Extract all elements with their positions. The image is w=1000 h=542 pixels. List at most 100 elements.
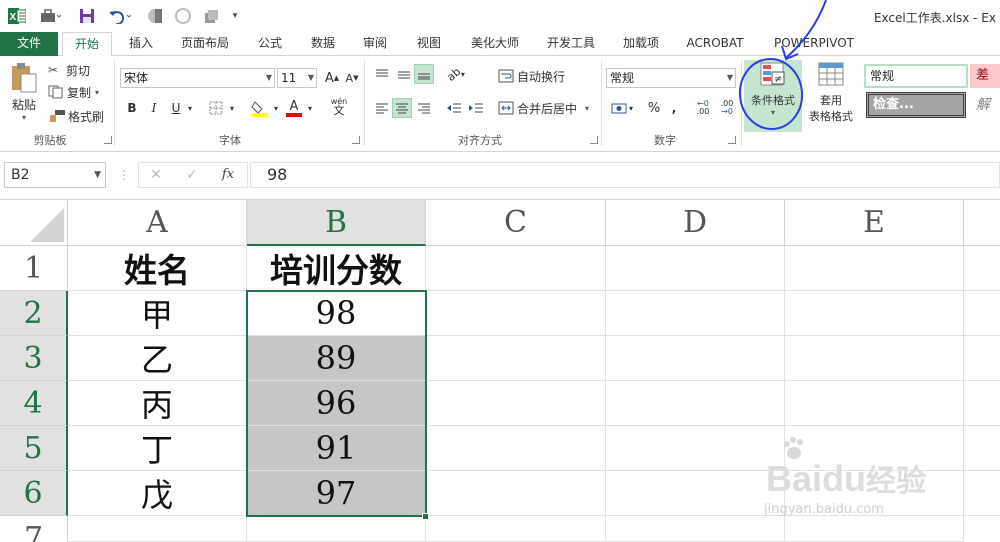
tab-review[interactable]: 审阅 xyxy=(352,32,398,56)
cell-e1[interactable] xyxy=(785,246,964,291)
comma-button[interactable]: , xyxy=(664,98,684,118)
increase-decimal-button[interactable]: ←0.00 xyxy=(692,98,714,118)
column-header-d[interactable]: D xyxy=(606,200,785,246)
tab-acrobat[interactable]: ACROBAT xyxy=(678,32,752,56)
cell-d7[interactable] xyxy=(606,516,785,542)
style-check-cell[interactable]: 检查... xyxy=(866,92,966,118)
number-format-select[interactable]: 常规 ▼ xyxy=(606,68,736,88)
align-center-button[interactable] xyxy=(392,98,412,118)
column-header-c[interactable]: C xyxy=(426,200,606,246)
fill-handle[interactable] xyxy=(422,513,429,520)
cell-c3[interactable] xyxy=(426,336,606,381)
tab-developer[interactable]: 开发工具 xyxy=(536,32,606,56)
drag-handle-icon[interactable]: ⋮ xyxy=(118,166,130,184)
formula-input[interactable]: 98 xyxy=(250,162,1000,188)
align-middle-button[interactable] xyxy=(394,64,414,84)
cell-b1[interactable]: 培训分数 xyxy=(247,246,426,291)
customize-qat-icon[interactable]: ▾ xyxy=(228,6,242,26)
font-name-select[interactable]: 宋体 ▼ xyxy=(120,68,275,88)
wrap-text-button[interactable]: 自动换行 xyxy=(498,66,565,86)
format-as-table-button[interactable]: 套用 表格格式 xyxy=(802,60,860,132)
cell-b4[interactable]: 96 xyxy=(247,381,426,426)
cut-button[interactable]: ✂ 剪切 xyxy=(48,60,90,80)
worksheet-grid[interactable]: A B C D E 1 2 3 4 5 6 7 姓名 培训分数 甲 98 乙 8… xyxy=(0,200,1000,542)
cell-f2[interactable] xyxy=(964,291,1000,336)
cell-d5[interactable] xyxy=(606,426,785,471)
tab-powerpivot[interactable]: POWERPIVOT xyxy=(764,32,864,56)
cell-d4[interactable] xyxy=(606,381,785,426)
cell-a2[interactable]: 甲 xyxy=(68,291,247,336)
cell-d1[interactable] xyxy=(606,246,785,291)
increase-indent-button[interactable] xyxy=(466,98,486,118)
cancel-icon[interactable]: ✕ xyxy=(144,162,168,188)
column-header-a[interactable]: A xyxy=(68,200,247,246)
cell-f4[interactable] xyxy=(964,381,1000,426)
conditional-formatting-button[interactable]: ≠ 条件格式 ▾ xyxy=(744,60,802,132)
tab-data[interactable]: 数据 xyxy=(300,32,346,56)
circle-icon[interactable] xyxy=(172,6,194,26)
toolbox-icon[interactable] xyxy=(38,6,64,26)
name-box[interactable]: B2 ▼ xyxy=(4,162,106,188)
fill-color-dropdown-icon[interactable]: ▾ xyxy=(270,98,282,118)
alignment-launcher-icon[interactable] xyxy=(590,136,598,144)
cell-f5[interactable] xyxy=(964,426,1000,471)
bold-button[interactable]: B xyxy=(122,98,142,118)
phonetic-button[interactable]: wén 文 xyxy=(326,96,352,116)
decrease-indent-button[interactable] xyxy=(444,98,464,118)
paste-button[interactable]: 粘贴 ▾ xyxy=(6,62,42,126)
orientation-button[interactable]: ab ▾ xyxy=(444,64,468,84)
cell-f3[interactable] xyxy=(964,336,1000,381)
cell-a5[interactable]: 丁 xyxy=(68,426,247,471)
clipboard-launcher-icon[interactable] xyxy=(104,136,112,144)
cell-e4[interactable] xyxy=(785,381,964,426)
column-header-b[interactable]: B xyxy=(247,200,426,246)
cell-e7[interactable] xyxy=(785,516,964,542)
cell-a4[interactable]: 丙 xyxy=(68,381,247,426)
row-header-4[interactable]: 4 xyxy=(0,381,68,426)
tab-home[interactable]: 开始 xyxy=(62,32,112,57)
style-bad[interactable]: 差 xyxy=(970,64,1000,88)
style-normal[interactable]: 常规 xyxy=(864,64,968,88)
cell-b6[interactable]: 97 xyxy=(247,471,426,516)
tab-view[interactable]: 视图 xyxy=(406,32,452,56)
font-launcher-icon[interactable] xyxy=(352,136,360,144)
underline-button[interactable]: U xyxy=(166,98,186,118)
cell-a3[interactable]: 乙 xyxy=(68,336,247,381)
number-launcher-icon[interactable] xyxy=(728,136,736,144)
italic-button[interactable]: I xyxy=(144,98,164,118)
align-left-button[interactable] xyxy=(372,98,392,118)
font-size-select[interactable]: 11 ▼ xyxy=(277,68,317,88)
cell-c6[interactable] xyxy=(426,471,606,516)
tab-formulas[interactable]: 公式 xyxy=(248,32,292,56)
cell-e5[interactable] xyxy=(785,426,964,471)
borders-button[interactable] xyxy=(206,98,226,118)
pages-icon[interactable] xyxy=(200,6,222,26)
column-header-e[interactable]: E xyxy=(785,200,964,246)
cell-b7[interactable] xyxy=(247,516,426,542)
copy-button[interactable]: 复制 ▾ xyxy=(48,82,99,102)
merge-center-button[interactable]: 合并后居中 ▾ xyxy=(498,98,589,118)
insert-function-icon[interactable]: fx xyxy=(214,162,242,188)
tab-addins[interactable]: 加载项 xyxy=(612,32,670,56)
percent-button[interactable]: % xyxy=(644,98,664,118)
align-right-button[interactable] xyxy=(414,98,434,118)
format-painter-button[interactable]: 格式刷 xyxy=(48,106,104,126)
row-header-6[interactable]: 6 xyxy=(0,471,68,516)
cell-b5[interactable]: 91 xyxy=(247,426,426,471)
cell-e6[interactable] xyxy=(785,471,964,516)
font-color-button[interactable]: A xyxy=(284,98,304,118)
cell-f6[interactable] xyxy=(964,471,1000,516)
cell-c7[interactable] xyxy=(426,516,606,542)
enter-icon[interactable]: ✓ xyxy=(180,162,204,188)
decrease-decimal-button[interactable]: .00 →0 xyxy=(716,98,738,118)
cell-f1[interactable] xyxy=(964,246,1000,291)
cell-c4[interactable] xyxy=(426,381,606,426)
cell-a1[interactable]: 姓名 xyxy=(68,246,247,291)
row-header-3[interactable]: 3 xyxy=(0,336,68,381)
cell-b3[interactable]: 89 xyxy=(247,336,426,381)
cell-d6[interactable] xyxy=(606,471,785,516)
row-header-5[interactable]: 5 xyxy=(0,426,68,471)
underline-dropdown-icon[interactable]: ▾ xyxy=(184,98,196,118)
style-explanatory[interactable]: 解 xyxy=(976,92,1000,118)
accounting-format-button[interactable]: ▾ xyxy=(608,98,636,118)
